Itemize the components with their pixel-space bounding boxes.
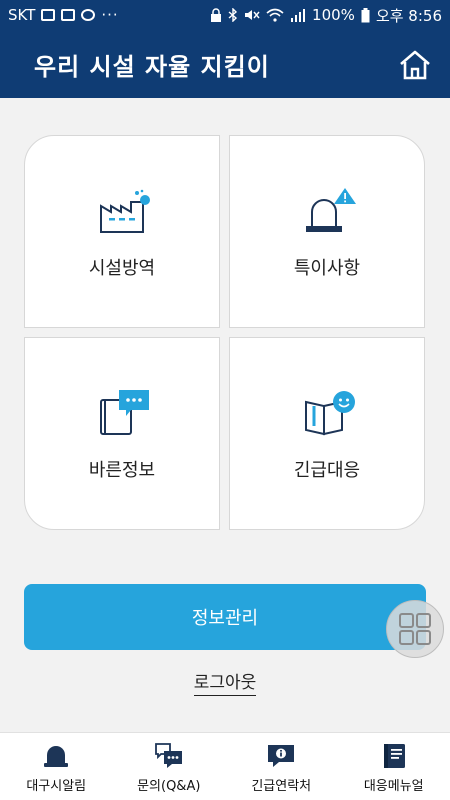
more-notifications-icon: ···: [101, 6, 119, 24]
gallery-notification-icon: [41, 9, 56, 21]
card-facility-disinfection[interactable]: 시설방역: [24, 135, 220, 328]
grid-icon: [399, 613, 431, 645]
panda-notification-icon: [81, 9, 96, 21]
card-correct-info[interactable]: 바른정보: [24, 337, 220, 530]
manual-book-icon: [383, 744, 405, 768]
app-header: 우리 시설 자율 지킴이: [0, 30, 450, 98]
home-button[interactable]: [398, 50, 432, 80]
battery-icon: [361, 7, 370, 22]
nav-qna[interactable]: 문의(Q&A): [113, 733, 226, 800]
battery-percent: 100%: [312, 6, 355, 24]
info-bubble-icon: [268, 745, 295, 767]
wifi-icon: [266, 8, 284, 22]
nav-label: 긴급연락처: [251, 779, 312, 794]
signal-icon: [291, 9, 306, 22]
nav-label: 문의(Q&A): [137, 779, 201, 794]
card-label: 긴급대응: [293, 460, 361, 481]
mute-icon: [245, 10, 260, 20]
logout-link[interactable]: 로그아웃: [193, 673, 257, 696]
nav-emergency-contacts[interactable]: 긴급연락처: [225, 733, 338, 800]
status-bar: SKT ··· 100% 오후 8:56: [0, 0, 450, 30]
card-label: 시설방역: [88, 258, 156, 279]
card-label: 바른정보: [88, 460, 156, 481]
book-chat-icon: [100, 390, 149, 435]
nav-label: 대응메뉴얼: [363, 779, 424, 794]
bluetooth-icon: [228, 8, 238, 22]
book-smile-icon: [305, 391, 355, 436]
home-icon: [400, 50, 430, 80]
card-label: 특이사항: [293, 258, 361, 279]
lock-icon: [211, 8, 222, 22]
nav-response-manual[interactable]: 대응메뉴얼: [338, 733, 450, 800]
info-management-button[interactable]: 정보관리: [24, 584, 426, 650]
card-emergency-response[interactable]: 긴급대응: [229, 337, 425, 530]
logout-link-wrap: 로그아웃: [0, 668, 450, 696]
nav-daegu-alerts[interactable]: 대구시알림: [0, 733, 113, 800]
card-special-notes[interactable]: 특이사항: [229, 135, 425, 328]
floating-menu-button[interactable]: [386, 600, 444, 658]
siren-alert-icon: [306, 188, 356, 232]
page-title: 우리 시설 자율 지킴이: [34, 52, 270, 81]
carrier-label: SKT: [8, 6, 36, 24]
nav-label: 대구시알림: [26, 779, 87, 794]
bottom-nav: 대구시알림 문의(Q&A) 긴급연락처 대응메뉴얼: [0, 732, 450, 800]
info-management-label: 정보관리: [191, 608, 259, 629]
app-notification-icon: [61, 9, 76, 21]
chat-bubbles-icon: [154, 743, 182, 768]
bell-icon: [44, 746, 69, 767]
clock: 오후 8:56: [375, 6, 442, 25]
factory-icon: [100, 189, 150, 233]
